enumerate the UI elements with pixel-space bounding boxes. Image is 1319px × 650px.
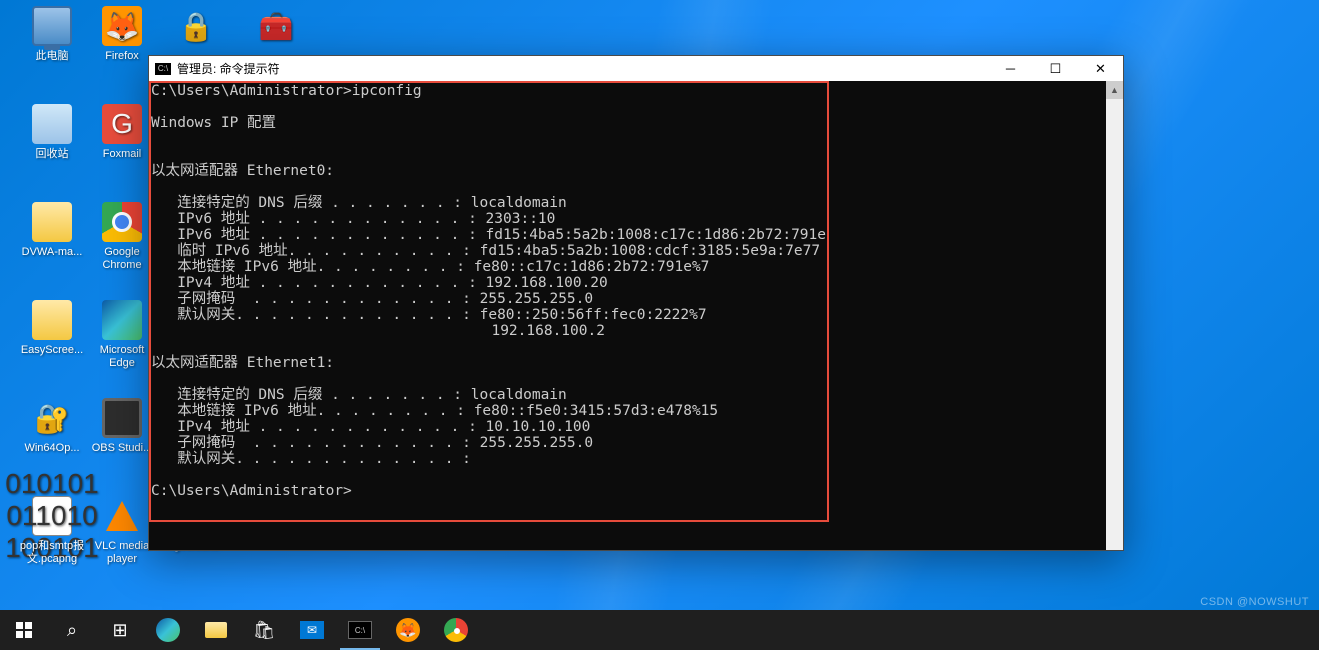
ipconfig-header: Windows IP 配置 <box>151 115 276 131</box>
icon-label: 回收站 <box>18 148 86 161</box>
desktop-icon-edge[interactable]: Microsoft Edge <box>88 300 156 370</box>
taskbar-store[interactable]: 🛍 <box>240 610 288 650</box>
icon-label: DVWA-ma... <box>18 246 86 259</box>
icon-label: Foxmail <box>88 148 156 161</box>
desktop-icon-chrome[interactable]: Google Chrome <box>88 202 156 272</box>
desktop-icon-dvwa[interactable]: DVWA-ma... <box>18 202 86 259</box>
taskbar-mail[interactable]: ✉ <box>288 610 336 650</box>
icon-label: OBS Studi... <box>88 442 156 455</box>
desktop-icon-win64op[interactable]: 🔐 Win64Op... <box>18 398 86 455</box>
a0-ipv6-2: IPv6 地址 . . . . . . . . . . . . : fd15:4… <box>151 227 826 243</box>
icon-label: EasyScree... <box>18 344 86 357</box>
folder-icon <box>32 300 72 340</box>
taskbar-chrome[interactable] <box>432 610 480 650</box>
firefox-icon: 🦊 <box>396 618 420 642</box>
cmd-icon: C:\ <box>348 621 372 639</box>
icon-label: Firefox <box>88 50 156 63</box>
firefox-icon: 🦊 <box>102 6 142 46</box>
a0-gateway-1: 默认网关. . . . . . . . . . . . . : fe80::25… <box>151 307 707 323</box>
cmd-icon: C:\ <box>155 63 171 75</box>
desktop-icon-recycle-bin[interactable]: 回收站 <box>18 104 86 161</box>
chrome-icon <box>102 202 142 242</box>
recycle-bin-icon <box>32 104 72 144</box>
cmd-body: C:\Users\Administrator>ipconfig Windows … <box>149 81 1123 550</box>
scroll-up-button[interactable]: ▲ <box>1106 81 1123 99</box>
taskbar[interactable]: ⌕ ⊞ 🛍 ✉ C:\ 🦊 <box>0 610 1319 650</box>
a1-dns-suffix: 连接特定的 DNS 后缀 . . . . . . . : localdomain <box>151 387 567 403</box>
a0-gateway-2: 192.168.100.2 <box>151 323 605 339</box>
scrollbar[interactable]: ▲ <box>1106 81 1123 550</box>
a1-gateway: 默认网关. . . . . . . . . . . . . : <box>151 451 471 467</box>
maximize-button[interactable]: ☐ <box>1033 56 1078 81</box>
taskbar-cmd[interactable]: C:\ <box>336 610 384 650</box>
cmd-window[interactable]: C:\ 管理员: 命令提示符 ─ ☐ ✕ C:\Users\Administra… <box>148 55 1124 551</box>
search-button[interactable]: ⌕ <box>48 610 96 650</box>
windows-icon <box>16 622 32 638</box>
a0-ipv6-1: IPv6 地址 . . . . . . . . . . . . : 2303::… <box>151 211 555 227</box>
close-button[interactable]: ✕ <box>1078 56 1123 81</box>
desktop-icon-this-pc[interactable]: 此电脑 <box>18 6 86 63</box>
lock-icon: 🔒 <box>176 6 216 46</box>
adapter0-title: 以太网适配器 Ethernet0: <box>151 163 334 179</box>
chrome-icon <box>444 618 468 642</box>
a0-link-local: 本地链接 IPv6 地址. . . . . . . . : fe80::c17c… <box>151 259 709 275</box>
mail-icon: ✉ <box>300 621 324 639</box>
taskbar-firefox[interactable]: 🦊 <box>384 610 432 650</box>
icon-label: Google Chrome <box>88 246 156 272</box>
desktop-icon-firefox[interactable]: 🦊 Firefox <box>88 6 156 63</box>
desktop-icon-tool[interactable]: 🧰 <box>242 6 310 50</box>
icon-label: Microsoft Edge <box>88 344 156 370</box>
foxmail-icon: G <box>102 104 142 144</box>
folder-icon <box>32 202 72 242</box>
a0-temp-ipv6: 临时 IPv6 地址. . . . . . . . . . : fd15:4ba… <box>151 243 820 259</box>
file-icon: 010101011010100101 <box>32 496 72 536</box>
folder-icon <box>205 622 227 638</box>
vlc-icon <box>102 496 142 536</box>
pc-icon <box>32 6 72 46</box>
terminal-output[interactable]: C:\Users\Administrator>ipconfig Windows … <box>149 81 1106 550</box>
task-view-icon: ⊞ <box>112 620 127 641</box>
a1-subnet: 子网掩码 . . . . . . . . . . . . : 255.255.2… <box>151 435 593 451</box>
desktop-icon-keys[interactable]: 🔒 <box>162 6 230 50</box>
icon-label: 此电脑 <box>18 50 86 63</box>
taskbar-explorer[interactable] <box>192 610 240 650</box>
window-title: 管理员: 命令提示符 <box>177 60 988 77</box>
titlebar[interactable]: C:\ 管理员: 命令提示符 ─ ☐ ✕ <box>149 56 1123 81</box>
icon-label: Win64Op... <box>18 442 86 455</box>
task-view-button[interactable]: ⊞ <box>96 610 144 650</box>
search-icon: ⌕ <box>67 620 77 641</box>
taskbar-edge[interactable] <box>144 610 192 650</box>
prompt-line: C:\Users\Administrator>ipconfig <box>151 83 422 99</box>
a0-ipv4: IPv4 地址 . . . . . . . . . . . . : 192.16… <box>151 275 608 291</box>
store-icon: 🛍 <box>253 620 276 641</box>
a1-link-local: 本地链接 IPv6 地址. . . . . . . . : fe80::f5e0… <box>151 403 718 419</box>
watermark: CSDN @NOWSHUT <box>1200 596 1309 608</box>
desktop-icon-pcap[interactable]: 010101011010100101 pop和smtp报文.pcapng <box>18 496 86 566</box>
minimize-button[interactable]: ─ <box>988 56 1033 81</box>
edge-icon <box>156 618 180 642</box>
prompt-line-2: C:\Users\Administrator> <box>151 483 352 499</box>
key-icon: 🔐 <box>32 398 72 438</box>
obs-icon <box>102 398 142 438</box>
icon-label: pop和smtp报文.pcapng <box>18 540 86 566</box>
a0-dns-suffix: 连接特定的 DNS 后缀 . . . . . . . : localdomain <box>151 195 567 211</box>
tool-icon: 🧰 <box>256 6 296 46</box>
start-button[interactable] <box>0 610 48 650</box>
desktop-icon-easyscreen[interactable]: EasyScree... <box>18 300 86 357</box>
desktop-icon-foxmail[interactable]: G Foxmail <box>88 104 156 161</box>
desktop-icon-obs[interactable]: OBS Studi... <box>88 398 156 455</box>
desktop-icon-vlc[interactable]: VLC media player <box>88 496 156 566</box>
adapter1-title: 以太网适配器 Ethernet1: <box>151 355 334 371</box>
a1-ipv4: IPv4 地址 . . . . . . . . . . . . : 10.10.… <box>151 419 590 435</box>
edge-icon <box>102 300 142 340</box>
icon-label: VLC media player <box>88 540 156 566</box>
a0-subnet: 子网掩码 . . . . . . . . . . . . : 255.255.2… <box>151 291 593 307</box>
